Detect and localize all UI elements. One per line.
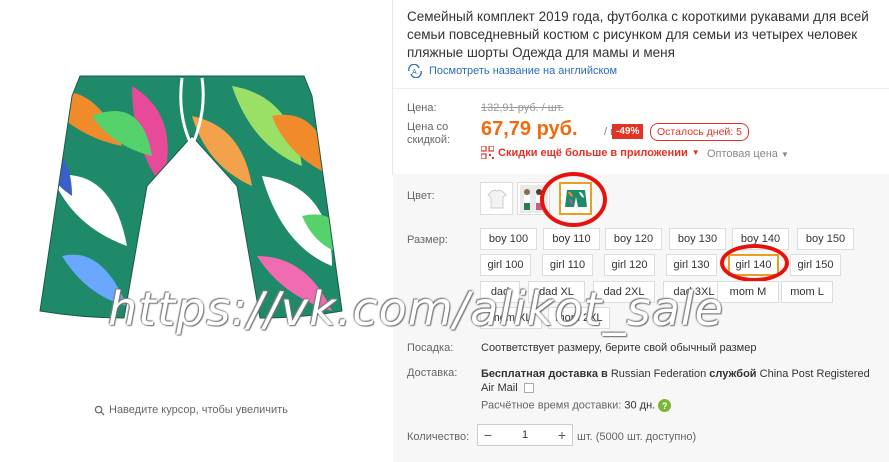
sale-price: 67,79 руб. bbox=[481, 118, 578, 140]
delivery-service-2: Air Mail bbox=[481, 382, 518, 394]
size-option[interactable]: girl 120 bbox=[604, 254, 655, 276]
translate-link-label[interactable]: Посмотреть название на английском bbox=[429, 65, 617, 77]
old-price: 132,91 руб. / шт. bbox=[481, 102, 564, 114]
translate-link[interactable]: A Посмотреть название на английском bbox=[407, 64, 617, 78]
size-option[interactable]: boy 120 bbox=[605, 228, 662, 250]
size-option[interactable]: boy 150 bbox=[797, 228, 854, 250]
fit-label: Посадка: bbox=[407, 342, 454, 354]
delivery-eta: Расчётное время доставки: 30 дн. ? bbox=[481, 399, 672, 412]
plus-icon[interactable]: + bbox=[552, 427, 572, 443]
watermark-text: https://vk.com/alikot_sale bbox=[108, 282, 724, 336]
app-discount[interactable]: Скидки ещё больше в приложении ▼ bbox=[481, 146, 700, 159]
product-page: Наведите курсор, чтобы увеличить Семейны… bbox=[0, 0, 889, 462]
color-swatch-tshirt-white[interactable] bbox=[480, 182, 513, 215]
size-label: Размер: bbox=[407, 234, 448, 246]
highlight-circle bbox=[540, 172, 607, 227]
wholesale-label[interactable]: Оптовая цена bbox=[707, 148, 778, 160]
price-label: Цена: bbox=[407, 102, 437, 114]
delivery-text-2: службой bbox=[709, 368, 757, 380]
size-option[interactable]: mom L bbox=[781, 281, 833, 303]
size-option[interactable]: boy 130 bbox=[669, 228, 726, 250]
app-discount-label[interactable]: Скидки ещё больше в приложении bbox=[498, 147, 688, 159]
image-pane: Наведите курсор, чтобы увеличить bbox=[0, 0, 392, 462]
chevron-down-icon: ▼ bbox=[691, 148, 700, 157]
days-left-badge: Осталось дней: 5 bbox=[650, 123, 749, 141]
delivery-text: Бесплатная доставка в bbox=[481, 368, 608, 380]
zoom-hint: Наведите курсор, чтобы увеличить bbox=[94, 404, 288, 416]
product-info: Семейный комплект 2019 года, футболка с … bbox=[393, 0, 889, 462]
delivery-service: China Post Registered bbox=[759, 368, 870, 380]
svg-text:A: A bbox=[412, 69, 417, 76]
qr-code-icon bbox=[481, 146, 494, 159]
eta-value: 30 дн. bbox=[624, 399, 656, 412]
sale-price-label: Цена со скидкой: bbox=[407, 121, 451, 146]
translate-icon: A bbox=[408, 64, 422, 78]
quantity-label: Количество: bbox=[407, 431, 470, 443]
zoom-hint-text: Наведите курсор, чтобы увеличить bbox=[109, 404, 288, 416]
size-option[interactable]: boy 110 bbox=[543, 228, 600, 250]
size-option[interactable]: mom M bbox=[717, 281, 779, 303]
quantity-input[interactable]: 1 bbox=[498, 429, 552, 441]
quantity-stepper[interactable]: − 1 + bbox=[477, 424, 573, 446]
product-title: Семейный комплект 2019 года, футболка с … bbox=[407, 9, 869, 60]
search-icon bbox=[94, 405, 105, 416]
delivery-label: Доставка: bbox=[407, 367, 458, 379]
delivery-info: Бесплатная доставка в Russian Federation… bbox=[481, 367, 881, 395]
discount-badge: -49% bbox=[612, 124, 644, 139]
size-option[interactable]: girl 130 bbox=[666, 254, 717, 276]
size-option[interactable]: girl 110 bbox=[542, 254, 593, 276]
quantity-available: шт. (5000 шт. доступно) bbox=[577, 431, 697, 443]
size-option[interactable]: boy 100 bbox=[480, 228, 537, 250]
size-option[interactable]: girl 150 bbox=[790, 254, 841, 276]
fit-value: Соответствует размеру, берите свой обычн… bbox=[481, 342, 757, 354]
chevron-down-icon: ▼ bbox=[780, 150, 789, 159]
color-label: Цвет: bbox=[407, 190, 435, 202]
size-option[interactable]: girl 100 bbox=[480, 254, 531, 276]
chevron-down-icon[interactable] bbox=[523, 383, 534, 394]
separator bbox=[393, 88, 889, 89]
help-icon[interactable]: ? bbox=[658, 399, 672, 412]
minus-icon[interactable]: − bbox=[478, 427, 498, 443]
tshirt-thumbnail bbox=[486, 189, 507, 208]
wholesale-price-link[interactable]: Оптовая цена ▼ bbox=[707, 148, 789, 160]
highlight-circle bbox=[720, 244, 789, 282]
delivery-country: Russian Federation bbox=[610, 368, 707, 380]
eta-label: Расчётное время доставки: bbox=[481, 399, 622, 412]
